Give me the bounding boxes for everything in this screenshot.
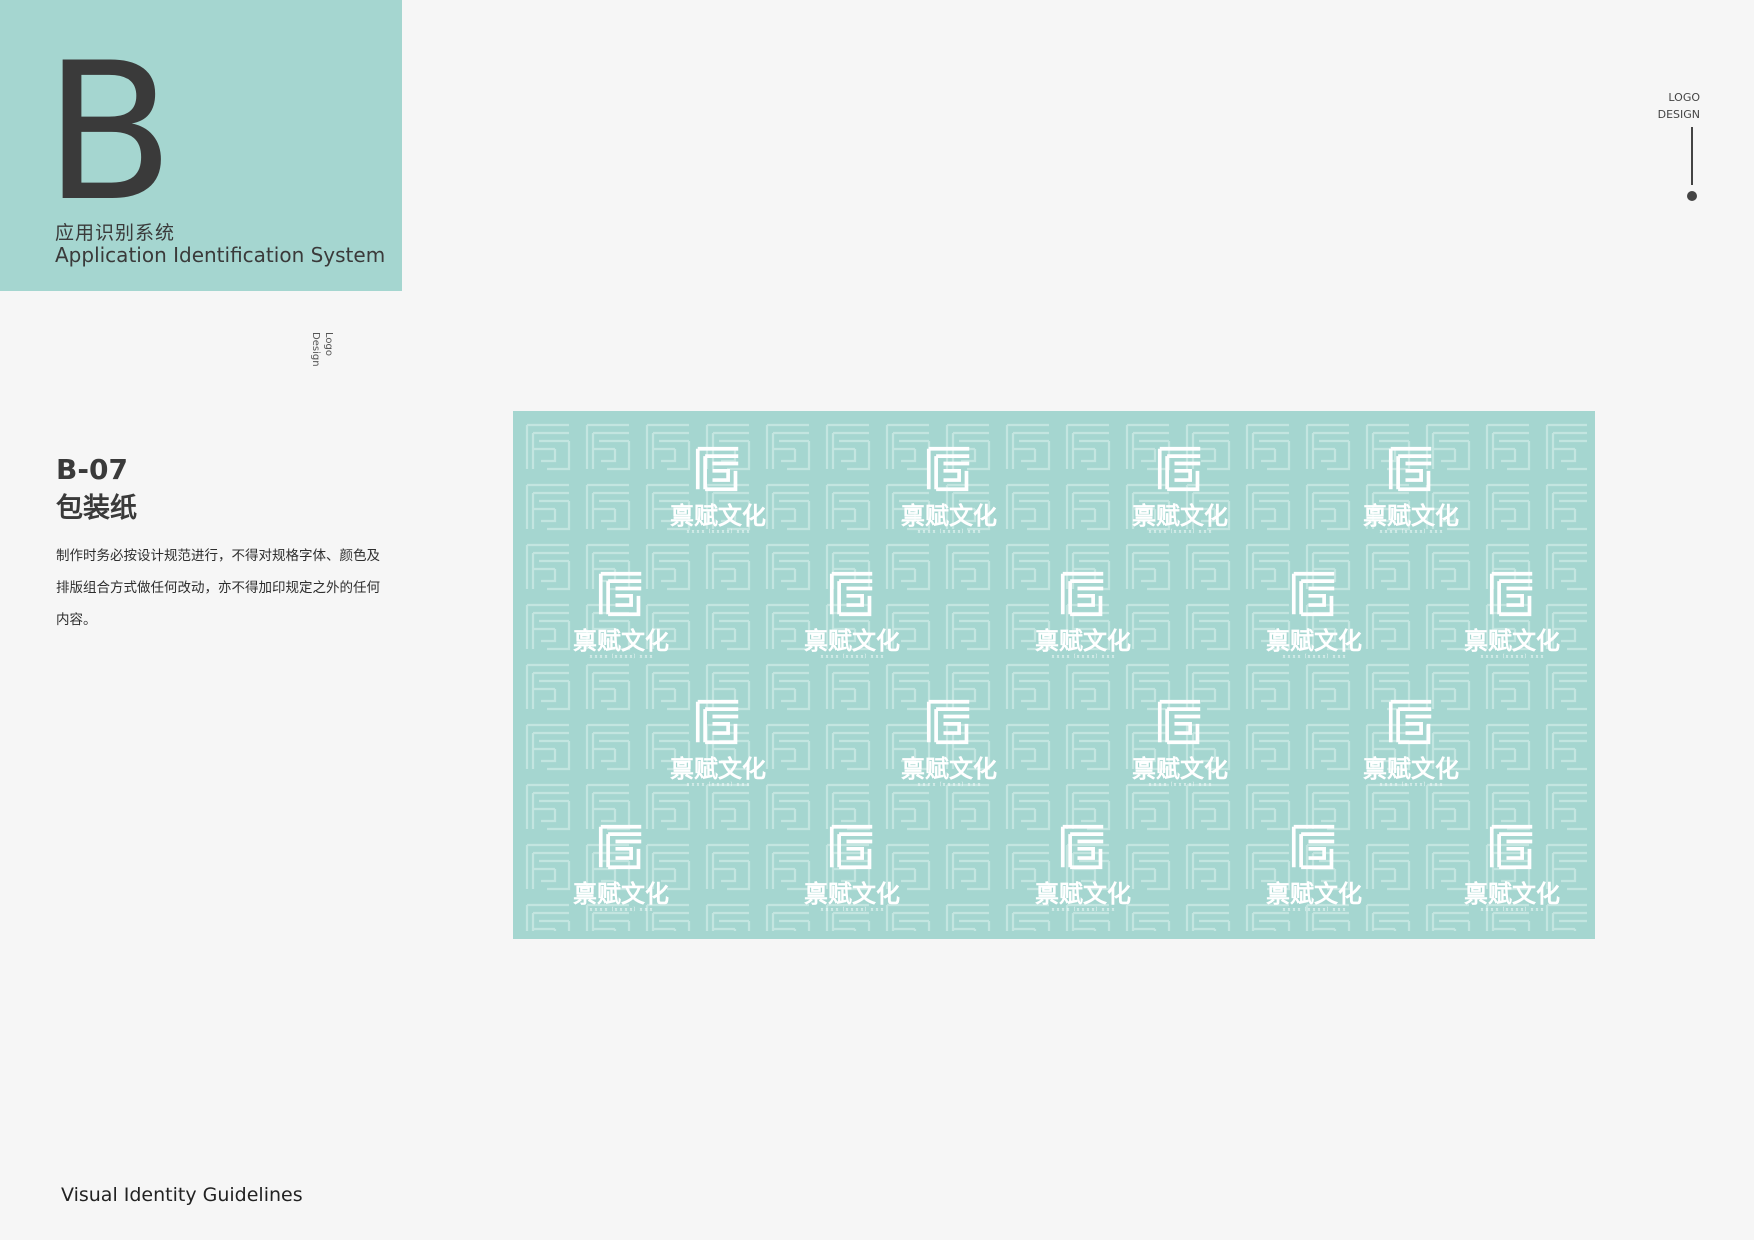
brand-name-text: 禀赋文化 [1363,755,1459,783]
brand-name-text: 禀赋文化 [1464,627,1560,655]
side-label-line2: Design [310,332,321,367]
brand-name-text: 禀赋文化 [804,627,900,655]
side-logo-design-label: Logo Design [309,332,335,367]
brand-name-text: 禀赋文化 [804,880,900,908]
brand-name-text: 禀赋文化 [1266,880,1362,908]
section-letter: B [44,22,174,243]
side-label-line1: Logo [323,332,334,356]
section-title-en: Application Identification System [55,243,386,267]
brand-sub-text: ｘｘｘｘ（ｘｘｘｘ）ｘｘｘ [819,907,884,913]
brand-name-text: 禀赋文化 [1132,502,1228,530]
brand-sub-text: ｘｘｘｘ（ｘｘｘｘ）ｘｘｘ [1147,529,1212,535]
brand-sub-text: ｘｘｘｘ（ｘｘｘｘ）ｘｘｘ [588,654,653,660]
brand-sub-text: ｘｘｘｘ（ｘｘｘｘ）ｘｘｘ [588,907,653,913]
brand-sub-text: ｘｘｘｘ（ｘｘｘｘ）ｘｘｘ [685,529,750,535]
brand-name-text: 禀赋文化 [1035,627,1131,655]
brand-name-text: 禀赋文化 [573,880,669,908]
brand-sub-text: ｘｘｘｘ（ｘｘｘｘ）ｘｘｘ [916,782,981,788]
brand-sub-text: ｘｘｘｘ（ｘｘｘｘ）ｘｘｘ [1378,782,1443,788]
brand-name-text: 禀赋文化 [1266,627,1362,655]
brand-name-text: 禀赋文化 [1464,880,1560,908]
brand-name-text: 禀赋文化 [670,502,766,530]
brand-name-text: 禀赋文化 [1363,502,1459,530]
brand-sub-text: ｘｘｘｘ（ｘｘｘｘ）ｘｘｘ [916,529,981,535]
brand-name-text: 禀赋文化 [901,755,997,783]
brand-sub-text: ｘｘｘｘ（ｘｘｘｘ）ｘｘｘ [1050,907,1115,913]
brand-sub-text: ｘｘｘｘ（ｘｘｘｘ）ｘｘｘ [1281,654,1346,660]
top-right-logo-design-label: LOGO DESIGN [1658,89,1700,123]
brand-sub-text: ｘｘｘｘ（ｘｘｘｘ）ｘｘｘ [1050,654,1115,660]
brand-sub-text: ｘｘｘｘ（ｘｘｘｘ）ｘｘｘ [1479,654,1544,660]
brand-sub-text: ｘｘｘｘ（ｘｘｘｘ）ｘｘｘ [819,654,884,660]
brand-name-text: 禀赋文化 [573,627,669,655]
brand-name-text: 禀赋文化 [1132,755,1228,783]
brand-name-text: 禀赋文化 [1035,880,1131,908]
brand-sub-text: ｘｘｘｘ（ｘｘｘｘ）ｘｘｘ [1147,782,1212,788]
top-right-line2: DESIGN [1657,108,1700,121]
brand-name-text: 禀赋文化 [670,755,766,783]
brand-sub-text: ｘｘｘｘ（ｘｘｘｘ）ｘｘｘ [1378,529,1443,535]
brand-sub-text: ｘｘｘｘ（ｘｘｘｘ）ｘｘｘ [1479,907,1544,913]
vertical-divider-dot [1687,191,1697,201]
item-description: 制作时务必按设计规范进行，不得对规格字体、颜色及排版组合方式做任何改动，亦不得加… [56,548,380,628]
top-right-line1: LOGO [1668,91,1700,104]
brand-sub-text: ｘｘｘｘ（ｘｘｘｘ）ｘｘｘ [685,782,750,788]
section-title-cn: 应用识别系统 [55,222,176,244]
vertical-divider-line [1691,127,1693,185]
wrapping-paper-mockup: 禀赋文化 ｘｘｘｘ（ｘｘｘｘ）ｘｘｘ 禀赋文化 ｘｘｘｘ（ｘｘｘｘ）ｘｘｘ 禀赋文化 ｘｘ… [513,411,1595,939]
wrapping-paper-pattern: 禀赋文化ｘｘｘｘ（ｘｘｘｘ）ｘｘｘ禀赋文化ｘｘｘｘ（ｘｘｘｘ）ｘｘｘ禀赋文化ｘｘ… [513,411,1595,939]
brand-name-text: 禀赋文化 [901,502,997,530]
footer-text: Visual Identity Guidelines [61,1184,303,1206]
brand-sub-text: ｘｘｘｘ（ｘｘｘｘ）ｘｘｘ [1281,907,1346,913]
section-header-block: B 应用识别系统 Application Identification Syst… [0,0,402,291]
item-code: B-07 [56,453,128,486]
item-name: 包装纸 [56,493,137,524]
